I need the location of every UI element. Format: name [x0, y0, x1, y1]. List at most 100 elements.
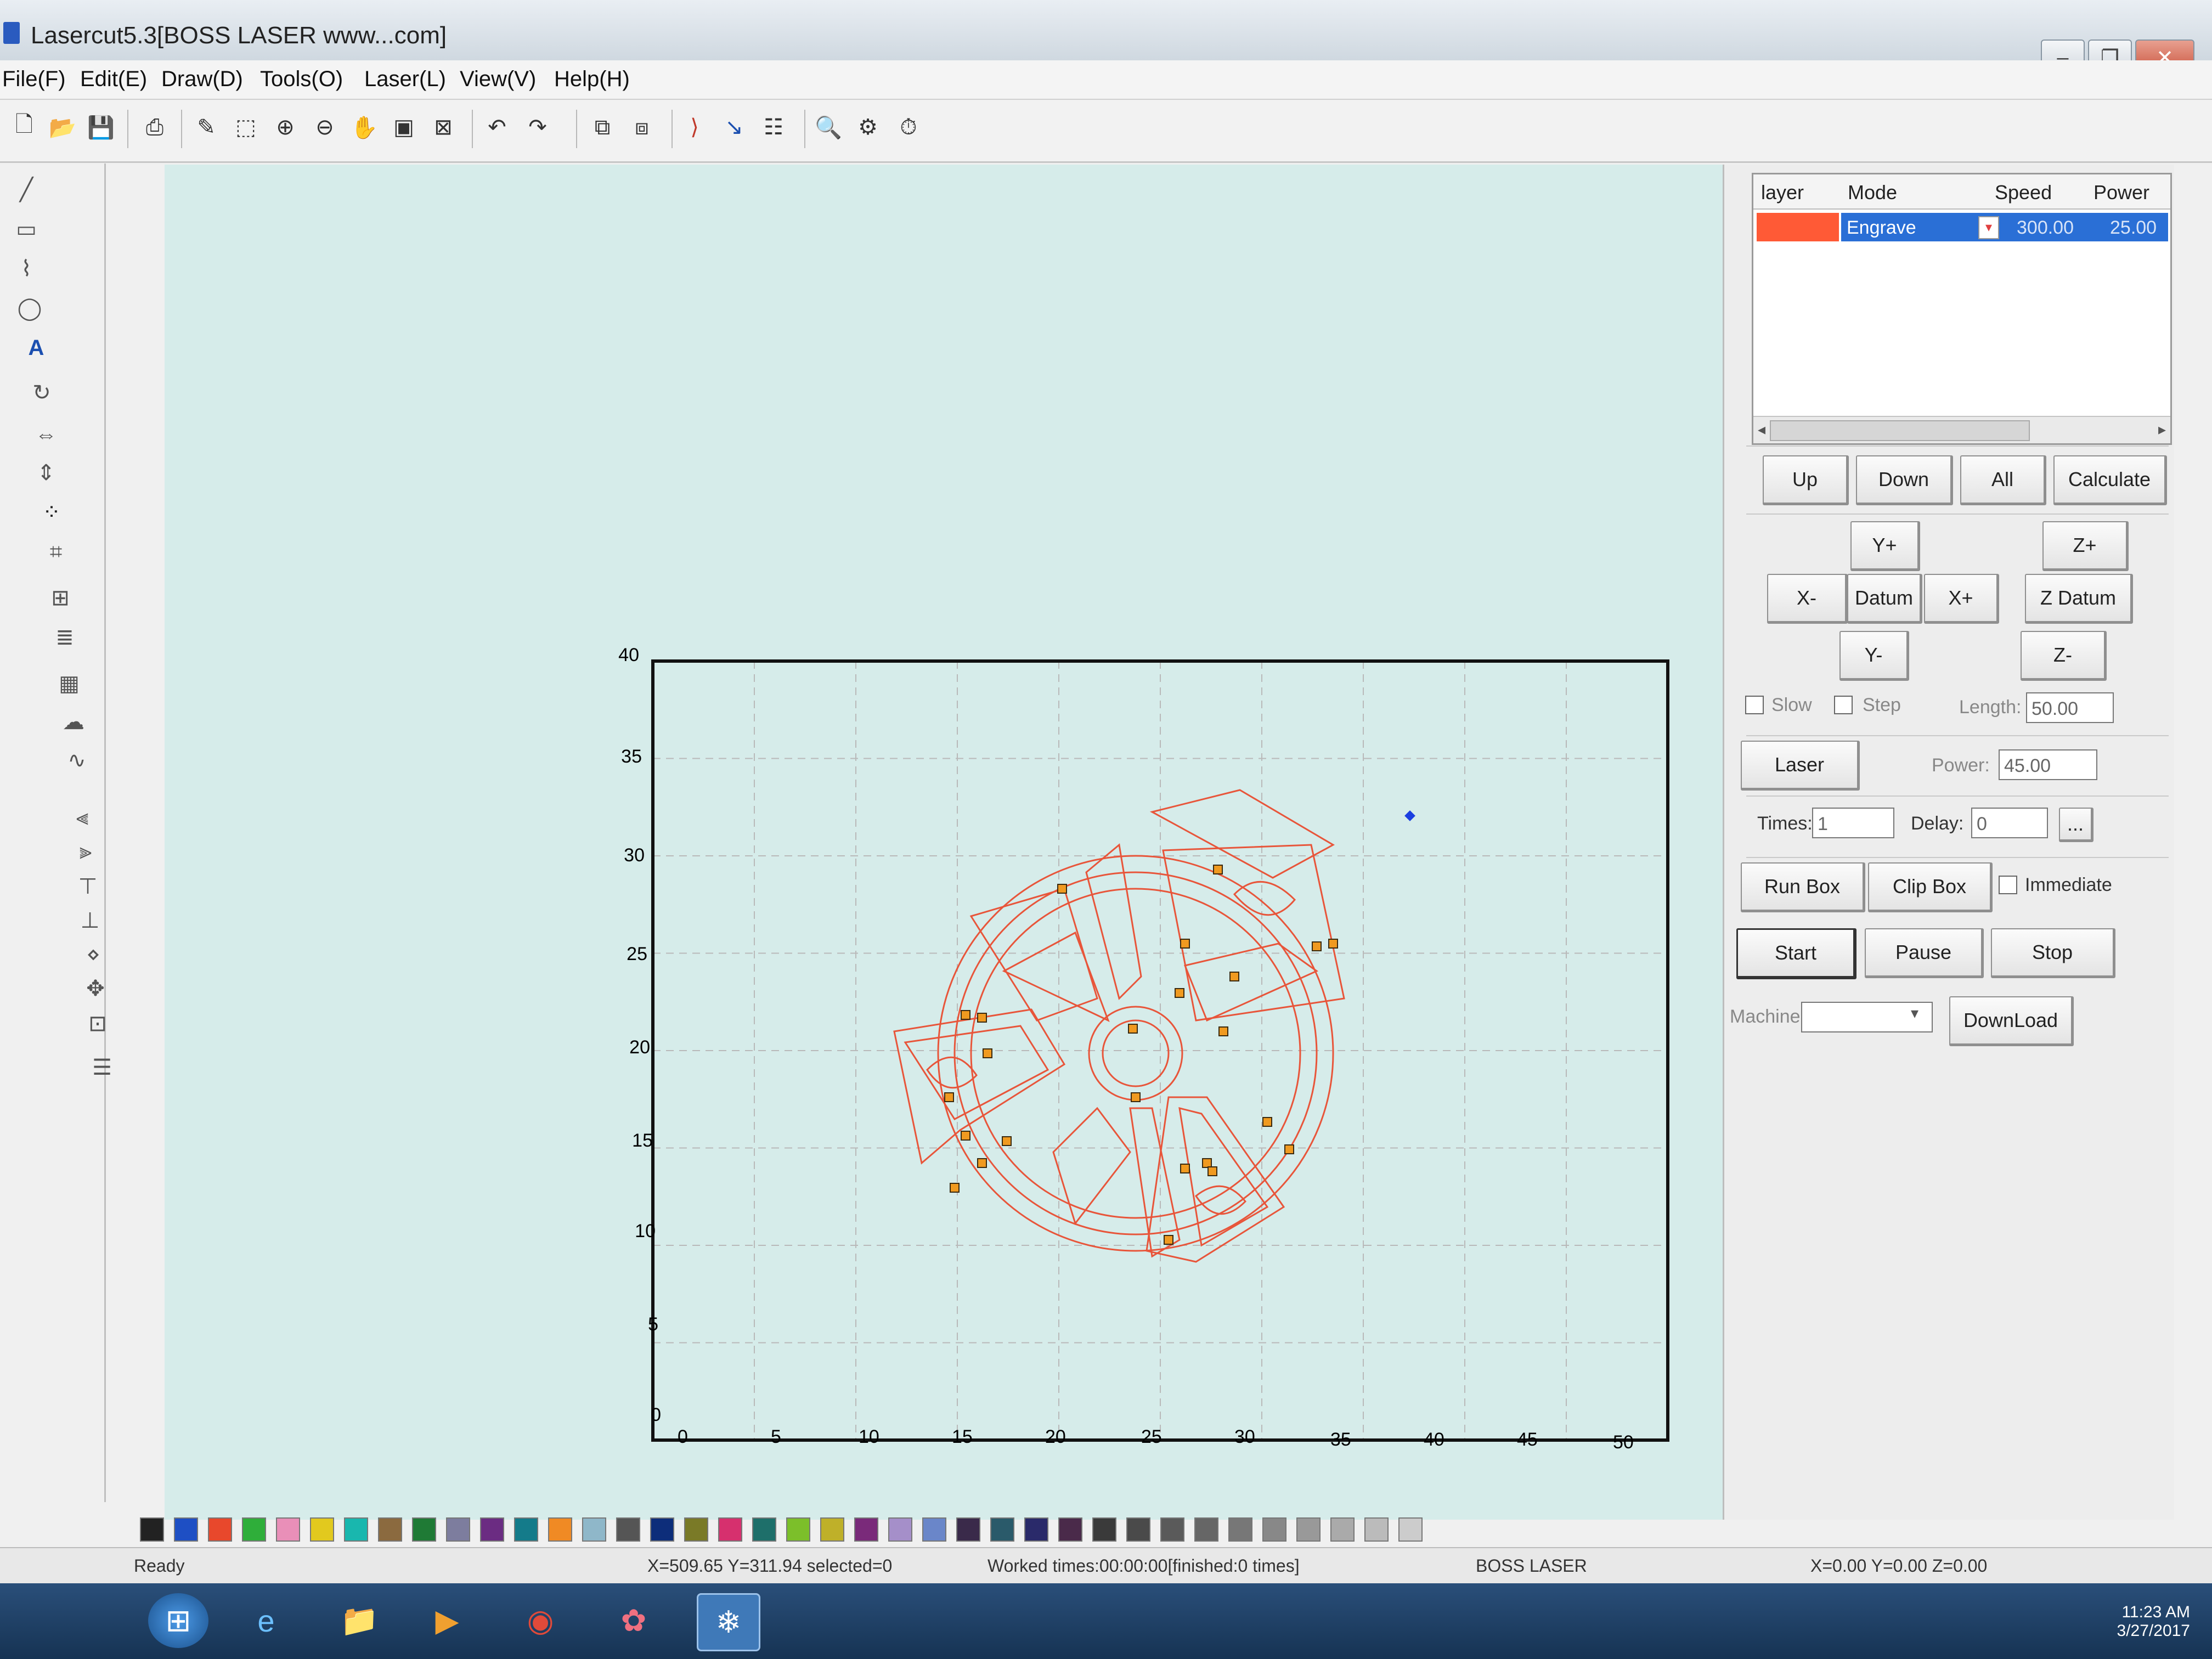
pan-hand-icon[interactable]: ✋ — [348, 111, 381, 144]
palette-swatch[interactable] — [752, 1517, 776, 1542]
laser-fire-button[interactable]: Laser — [1741, 741, 1860, 791]
calculate-button[interactable]: Calculate — [2053, 455, 2167, 505]
polyline-tool-icon[interactable]: ⌇ — [10, 253, 43, 284]
palette-swatch[interactable] — [616, 1517, 640, 1542]
slow-checkbox[interactable] — [1745, 696, 1764, 714]
layer-up-button[interactable]: Up — [1763, 455, 1849, 505]
palette-swatch[interactable] — [888, 1517, 912, 1542]
length-field[interactable]: 50.00 — [2026, 692, 2114, 723]
palette-swatch[interactable] — [1194, 1517, 1218, 1542]
palette-swatch[interactable] — [344, 1517, 368, 1542]
palette-swatch[interactable] — [1262, 1517, 1286, 1542]
move-x-minus-button[interactable]: X- — [1767, 574, 1848, 624]
palette-swatch[interactable] — [990, 1517, 1014, 1542]
internet-explorer-icon[interactable]: e — [236, 1593, 296, 1648]
drawing-canvas[interactable]: 0 5 10 15 20 25 30 35 40 45 50 0 5 10 15… — [165, 165, 1739, 1520]
path-direction-icon[interactable]: ⟩ — [678, 111, 711, 144]
menu-draw[interactable]: Draw(D) — [161, 67, 243, 92]
palette-swatch[interactable] — [446, 1517, 470, 1542]
move-y-minus-button[interactable]: Y- — [1839, 631, 1909, 681]
palette-swatch[interactable] — [548, 1517, 572, 1542]
palette-swatch[interactable] — [854, 1517, 878, 1542]
palette-swatch[interactable] — [242, 1517, 266, 1542]
chrome-icon[interactable]: ◉ — [510, 1593, 571, 1648]
save-icon[interactable]: 💾 — [84, 111, 117, 144]
palette-swatch[interactable] — [922, 1517, 946, 1542]
palette-swatch[interactable] — [786, 1517, 810, 1542]
sequence-icon[interactable]: ☷ — [757, 111, 790, 144]
paint-icon[interactable]: ✿ — [603, 1593, 664, 1648]
curve-tool-icon[interactable]: ∿ — [60, 745, 93, 776]
palette-swatch[interactable] — [1364, 1517, 1389, 1542]
machine-settings-icon[interactable]: ⚙ — [851, 111, 884, 144]
text-tool-icon[interactable]: A — [20, 332, 53, 363]
move-y-plus-button[interactable]: Y+ — [1850, 521, 1920, 571]
distribute-icon[interactable]: ⋄ — [77, 939, 110, 970]
clip-box-button[interactable]: Clip Box — [1868, 862, 1993, 912]
media-player-icon[interactable]: ▶ — [417, 1593, 477, 1648]
palette-swatch[interactable] — [1160, 1517, 1184, 1542]
times-field[interactable]: 1 — [1812, 808, 1894, 838]
palette-swatch[interactable] — [310, 1517, 334, 1542]
rotate-tool-icon[interactable]: ↻ — [25, 377, 58, 408]
stop-button[interactable]: Stop — [1991, 928, 2115, 978]
mirror-vertical-icon[interactable]: ⇕ — [30, 458, 63, 488]
palette-swatch[interactable] — [1024, 1517, 1048, 1542]
zoom-in-icon[interactable]: ⊕ — [269, 111, 302, 144]
start-button[interactable]: Start — [1736, 928, 1857, 979]
move-z-minus-button[interactable]: Z- — [2021, 631, 2107, 681]
file-explorer-icon[interactable]: 📁 — [329, 1593, 390, 1648]
pen-icon[interactable]: ✎ — [190, 111, 223, 144]
hatch-tool-icon[interactable]: ▦ — [53, 668, 86, 699]
cloud-tool-icon[interactable]: ☁ — [57, 707, 90, 737]
center-object-icon[interactable]: ✥ — [79, 973, 112, 1004]
align-tool-icon[interactable]: ≣ — [48, 622, 81, 653]
delay-field[interactable]: 0 — [1971, 808, 2048, 838]
palette-swatch[interactable] — [718, 1517, 742, 1542]
lasercut-taskbar-icon[interactable]: ❄ — [697, 1593, 760, 1651]
table-row[interactable]: Engrave ▾ 300.00 25.00 — [1753, 211, 2170, 242]
ellipse-tool-icon[interactable]: ◯ — [13, 293, 46, 324]
align-left-icon[interactable]: ⫷ — [66, 802, 99, 833]
palette-swatch[interactable] — [1330, 1517, 1355, 1542]
pause-button[interactable]: Pause — [1865, 928, 1984, 978]
undo-icon[interactable]: ↶ — [481, 111, 514, 144]
celtic-cross-design[interactable] — [893, 789, 1345, 1263]
preview-icon[interactable]: 🔍 — [812, 111, 845, 144]
download-button[interactable]: DownLoad — [1949, 996, 2074, 1046]
group-icon[interactable]: ⧉ — [586, 111, 619, 144]
array-tool-icon[interactable]: ⊞ — [44, 583, 77, 613]
new-file-icon[interactable]: 🗋 — [8, 111, 41, 144]
rectangle-tool-icon[interactable]: ▭ — [10, 214, 43, 245]
menu-help[interactable]: Help(H) — [554, 67, 630, 92]
palette-swatch[interactable] — [1126, 1517, 1150, 1542]
node-tool-icon[interactable]: ⁘ — [35, 497, 68, 528]
palette-swatch[interactable] — [1058, 1517, 1082, 1542]
palette-swatch[interactable] — [412, 1517, 436, 1542]
fit-view-icon[interactable]: ⊠ — [427, 111, 460, 144]
scroll-left-icon[interactable]: ◂ — [1758, 420, 1765, 438]
line-tool-icon[interactable]: ╱ — [10, 174, 43, 205]
timer-icon[interactable]: ⏱ — [892, 111, 925, 144]
z-datum-button[interactable]: Z Datum — [2025, 574, 2133, 624]
palette-swatch[interactable] — [1092, 1517, 1116, 1542]
menu-edit[interactable]: Edit(E) — [80, 67, 147, 92]
delay-more-button[interactable]: ... — [2059, 808, 2094, 842]
open-folder-icon[interactable]: 📂 — [46, 111, 79, 144]
crop-tool-icon[interactable]: ⌗ — [40, 537, 72, 567]
import-icon[interactable]: ⎙ — [138, 111, 171, 144]
palette-swatch[interactable] — [650, 1517, 674, 1542]
menu-laser[interactable]: Laser(L) — [364, 67, 446, 92]
scrollbar-thumb[interactable] — [1770, 420, 2030, 441]
immediate-checkbox[interactable] — [1999, 876, 2017, 894]
move-x-plus-button[interactable]: X+ — [1924, 574, 1999, 624]
align-bottom-icon[interactable]: ⊥ — [74, 905, 106, 936]
palette-swatch[interactable] — [820, 1517, 844, 1542]
mode-dropdown-arrow-icon[interactable]: ▾ — [1978, 216, 1999, 239]
menu-view[interactable]: View(V) — [460, 67, 536, 92]
palette-swatch[interactable] — [276, 1517, 300, 1542]
run-box-button[interactable]: Run Box — [1741, 862, 1865, 912]
palette-swatch[interactable] — [174, 1517, 198, 1542]
palette-swatch[interactable] — [1296, 1517, 1321, 1542]
layer-table-scrollbar[interactable]: ◂ ▸ — [1753, 416, 2170, 443]
